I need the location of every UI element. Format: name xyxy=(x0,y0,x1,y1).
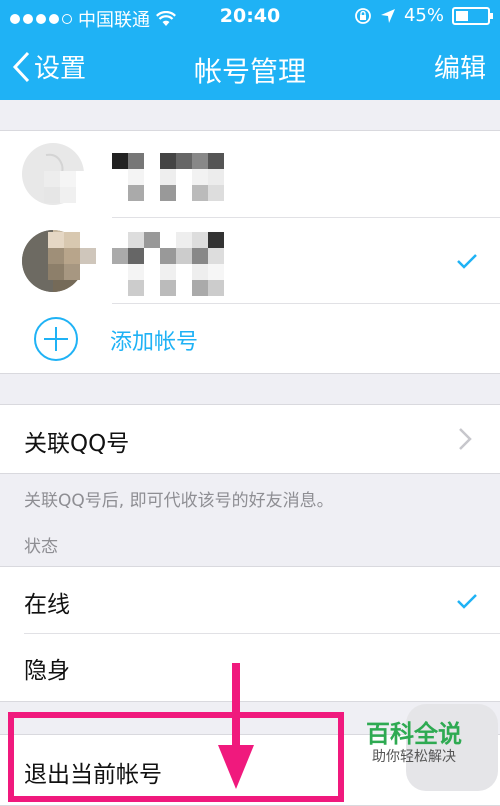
chevron-right-icon xyxy=(459,428,472,450)
add-account-row[interactable]: 添加帐号 xyxy=(0,303,500,373)
status-option-label: 隐身 xyxy=(24,658,70,684)
checkmark-icon xyxy=(457,254,477,269)
account-row-1[interactable] xyxy=(0,131,500,217)
status-option-online[interactable]: 在线 xyxy=(0,567,500,633)
watermark: 百科全说 助你轻松解决 xyxy=(350,702,500,791)
plus-circle-icon xyxy=(34,317,78,361)
watermark-title: 百科全说 xyxy=(366,720,462,748)
redacted-account-name xyxy=(112,232,240,296)
status-right: 45% xyxy=(354,5,493,26)
arrow-down-icon xyxy=(218,663,254,789)
status-section-header: 状态 xyxy=(24,537,58,557)
battery-icon xyxy=(452,6,493,25)
linked-qq-hint: 关联QQ号后, 即可代收该号的好友消息。 xyxy=(24,491,334,511)
accounts-section: 添加帐号 xyxy=(0,130,500,374)
status-bar: 中国联通 20:40 45% xyxy=(0,0,500,32)
redacted-account-name xyxy=(112,153,240,201)
rotation-lock-icon xyxy=(355,7,371,24)
linked-qq-label: 关联QQ号 xyxy=(24,431,130,457)
page-title: 帐号管理 xyxy=(193,55,306,88)
navigation-bar: 设置 帐号管理 编辑 xyxy=(0,40,500,95)
watermark-subtitle: 助你轻松解决 xyxy=(372,749,456,765)
redacted-avatar-mosaic xyxy=(48,232,96,280)
linked-qq-row[interactable]: 关联QQ号 xyxy=(0,404,500,474)
battery-percent: 45% xyxy=(403,5,444,26)
status-option-label: 在线 xyxy=(24,592,70,618)
add-account-label: 添加帐号 xyxy=(110,330,199,355)
redacted-avatar-mosaic xyxy=(44,171,92,203)
location-arrow-icon xyxy=(380,8,395,23)
checkmark-icon xyxy=(457,594,477,609)
edit-button[interactable]: 编辑 xyxy=(434,48,486,85)
header-bar: 中国联通 20:40 45% 设置 帐号管理 编辑 xyxy=(0,0,500,100)
account-row-2[interactable] xyxy=(0,218,500,304)
